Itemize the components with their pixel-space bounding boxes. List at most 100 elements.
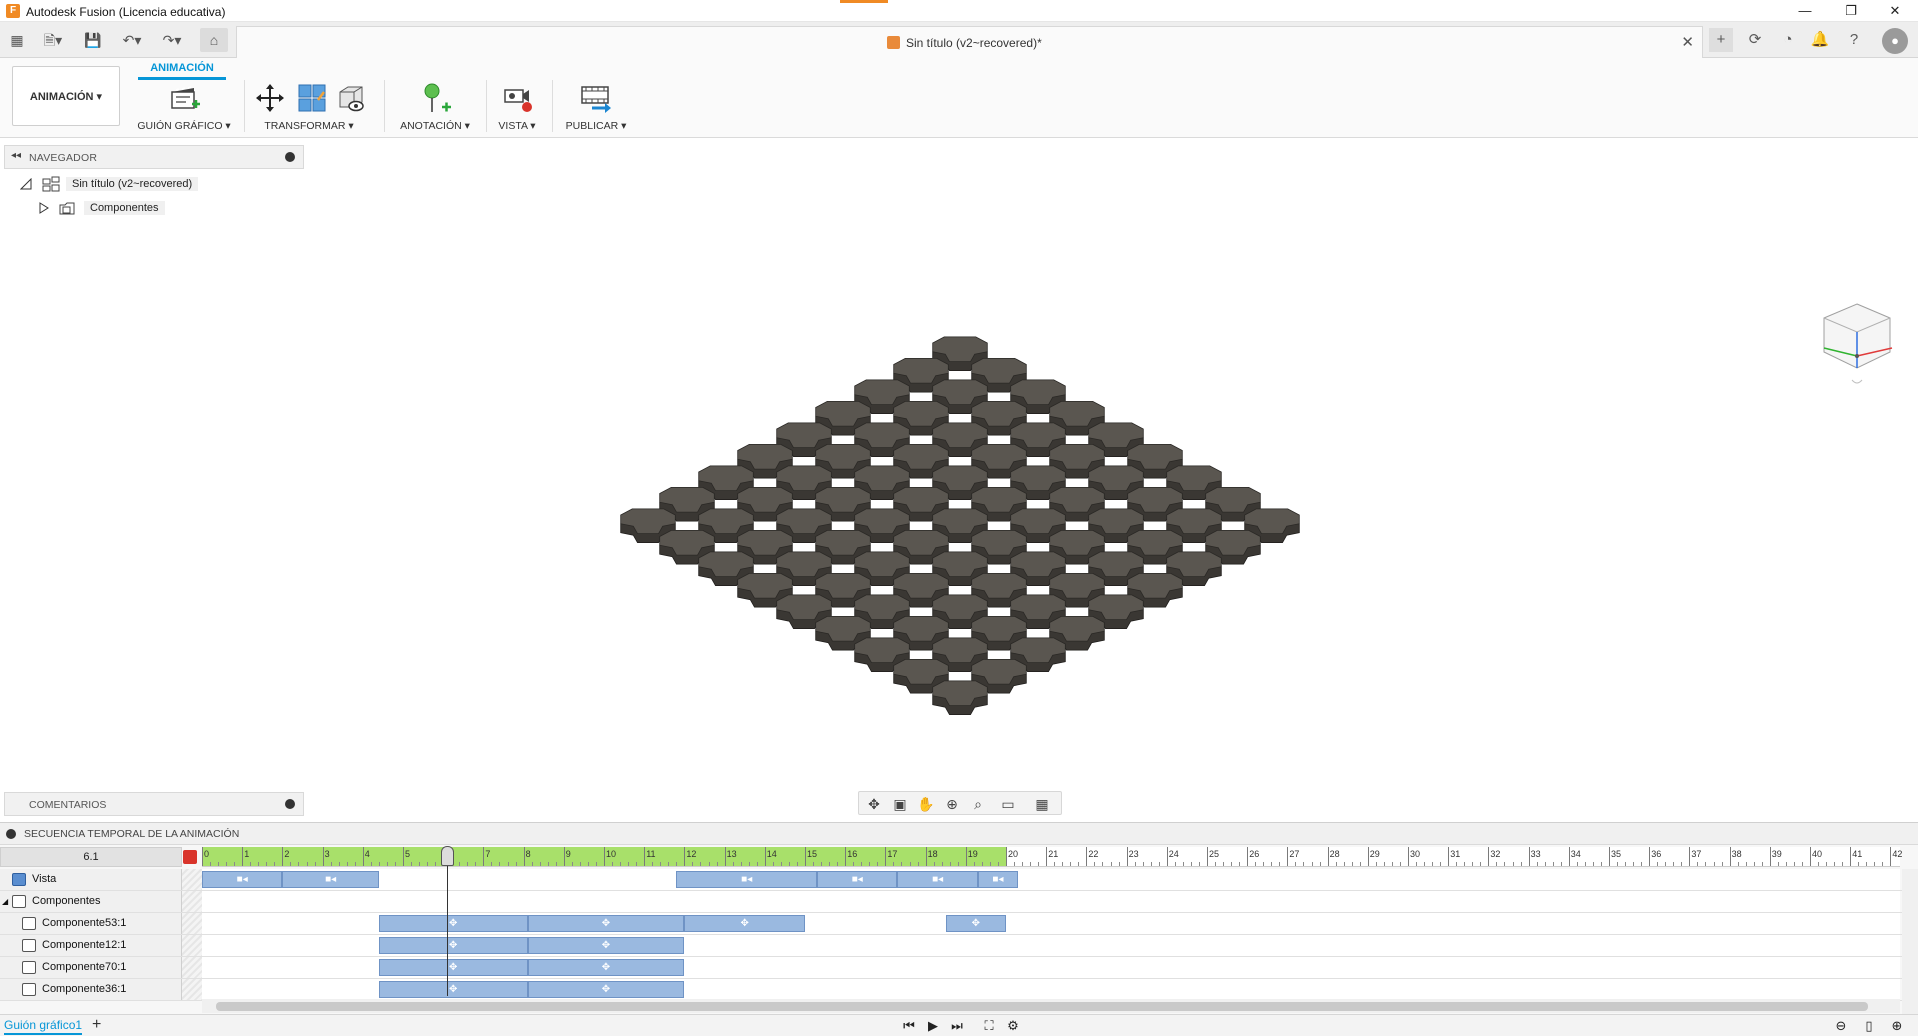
timeline-lane[interactable]: ✥ ✥ <box>202 957 1900 978</box>
timeline-lane[interactable]: ✥ ✥ ✥ ✥ <box>202 913 1900 934</box>
components-folder-icon <box>12 895 26 908</box>
tree-item-components[interactable]: Componentes <box>36 198 216 218</box>
skip-back-icon[interactable]: ⏮ <box>898 1017 920 1035</box>
redo-icon[interactable]: ↷▾ <box>156 28 188 52</box>
extensions-icon[interactable]: ⟳ <box>1743 28 1767 52</box>
transform-action-clip[interactable]: ✥ <box>684 915 805 932</box>
grid-settings-icon[interactable]: ▦ <box>1029 794 1055 814</box>
playback-settings-icon[interactable]: ⚙ <box>1002 1017 1024 1035</box>
ruler-tick-label: 0 <box>204 849 210 859</box>
transform-action-clip[interactable]: ✥ <box>527 959 685 976</box>
ruler-tick <box>1247 847 1249 866</box>
timeline-view-icon[interactable]: ▯ <box>1858 1017 1880 1035</box>
transform-action-clip[interactable]: ✥ <box>378 959 528 976</box>
document-tab[interactable]: Sin título (v2~recovered)* ✕ <box>236 26 1703 58</box>
timeline-end-marker-icon[interactable] <box>183 850 197 864</box>
zoom-icon[interactable]: ⊕ <box>939 794 965 814</box>
timeline-lane[interactable] <box>202 891 1900 912</box>
timeline-row[interactable]: Componente36:1 ✥ ✥ <box>0 979 1918 1001</box>
zoom-out-timeline-icon[interactable]: ⊖ <box>1830 1017 1852 1035</box>
collapse-triangle-icon[interactable] <box>20 178 32 190</box>
camera-action-clip[interactable]: ■◂ <box>202 871 283 888</box>
fit-timeline-icon[interactable]: ⛶ <box>978 1017 1000 1035</box>
camera-action-clip[interactable]: ■◂ <box>676 871 818 888</box>
restore-button[interactable]: ❐ <box>1828 0 1874 22</box>
transform-action-clip[interactable]: ✥ <box>527 981 685 998</box>
timeline-row-header[interactable]: ◢ Componentes <box>0 891 182 912</box>
transform-action-clip[interactable]: ✥ <box>378 937 528 954</box>
collapse-triangle-icon[interactable]: ◢ <box>2 897 8 906</box>
play-icon[interactable]: ▶ <box>922 1017 944 1035</box>
transform-action-clip[interactable]: ✥ <box>378 981 528 998</box>
undo-icon[interactable]: ↶▾ <box>116 28 148 52</box>
view-cube[interactable] <box>1812 300 1902 384</box>
timeline-row-header[interactable]: Componente36:1 <box>0 979 182 1000</box>
close-window-button[interactable]: ✕ <box>1872 0 1918 22</box>
transform-action-clip[interactable]: ✥ <box>527 915 685 932</box>
new-tab-icon[interactable]: + <box>1709 28 1733 52</box>
look-at-icon[interactable]: ▣ <box>887 794 913 814</box>
timeline-row[interactable]: Vista ■◂ ■◂ ■◂ ■◂ ■◂ ■◂ <box>0 869 1918 891</box>
component-icon <box>22 939 36 952</box>
transform-action-clip[interactable]: ✥ <box>527 937 685 954</box>
fit-zoom-icon[interactable]: ⌕ <box>965 794 991 814</box>
expand-triangle-icon[interactable] <box>38 202 50 214</box>
timeline-row-header[interactable]: Componente12:1 <box>0 935 182 956</box>
timeline-row[interactable]: Componente70:1 ✥ ✥ <box>0 957 1918 979</box>
zoom-in-timeline-icon[interactable]: ⊕ <box>1886 1017 1908 1035</box>
storyboard-tab[interactable]: Guión gráfico1 <box>4 1018 83 1035</box>
panel-minimize-icon[interactable] <box>285 152 295 162</box>
transform-action-clip[interactable]: ✥ <box>378 915 528 932</box>
timeline-lane[interactable]: ✥ ✥ <box>202 979 1900 1000</box>
tab-animacion[interactable]: ANIMACIÓN <box>138 60 226 80</box>
scrollbar-thumb[interactable] <box>216 1002 1868 1011</box>
close-tab-icon[interactable]: ✕ <box>1681 33 1694 51</box>
home-icon[interactable]: ⌂ <box>200 28 228 52</box>
app-grid-icon[interactable]: ▦ <box>6 28 28 52</box>
camera-action-clip[interactable]: ■◂ <box>817 871 898 888</box>
camera-action-clip[interactable]: ■◂ <box>282 871 379 888</box>
3d-viewport[interactable] <box>0 138 1918 818</box>
playhead-handle[interactable] <box>441 846 455 866</box>
timeline-row[interactable]: ◢ Componentes <box>0 891 1918 913</box>
timeline-lane[interactable]: ✥ ✥ <box>202 935 1900 956</box>
paver-tiles-model[interactable] <box>540 308 1380 868</box>
timeline-row[interactable]: Componente12:1 ✥ ✥ <box>0 935 1918 957</box>
view-group[interactable]: VISTA ▾ <box>490 80 544 134</box>
notifications-icon[interactable]: 🔔 <box>1808 28 1832 52</box>
job-status-icon[interactable]: ◔ <box>1776 28 1800 52</box>
timeline-vertical-scrollbar[interactable] <box>1902 869 1918 1019</box>
timeline-row-header[interactable]: Vista <box>0 869 182 890</box>
minimize-button[interactable]: — <box>1782 0 1828 22</box>
timeline-row[interactable]: Componente53:1 ✥ ✥ ✥ ✥ <box>0 913 1918 935</box>
ruler-tick <box>805 847 806 866</box>
timeline-row-header[interactable]: Componente53:1 <box>0 913 182 934</box>
add-comment-icon[interactable] <box>285 799 295 809</box>
current-time-field[interactable]: 6.1 <box>0 847 182 867</box>
timeline-lane[interactable]: ■◂ ■◂ ■◂ ■◂ ■◂ ■◂ <box>202 869 1900 890</box>
transform-action-clip[interactable]: ✥ <box>945 915 1006 932</box>
pan-icon[interactable]: ✋ <box>913 794 939 814</box>
annotation-group[interactable]: ANOTACIÓN ▾ <box>392 80 478 134</box>
file-menu-icon[interactable]: 🗎▾ <box>38 28 68 52</box>
ruler-tick-label: 29 <box>1369 849 1380 859</box>
add-storyboard-button[interactable]: + <box>92 1016 101 1034</box>
tree-item-root[interactable]: Sin título (v2~recovered) <box>18 174 218 194</box>
timeline-row-header[interactable]: Componente70:1 <box>0 957 182 978</box>
workspace-switcher[interactable]: ANIMACIÓN ▾ <box>12 66 120 126</box>
publish-group[interactable]: PUBLICAR ▾ <box>558 80 634 134</box>
display-settings-icon[interactable]: ▭ <box>995 794 1021 814</box>
storyboard-group[interactable]: GUIÓN GRÁFICO ▾ <box>132 80 236 134</box>
timeline-horizontal-scrollbar[interactable] <box>202 999 1900 1013</box>
collapse-panel-icon[interactable]: ◂◂ <box>11 150 21 161</box>
user-avatar[interactable]: ● <box>1882 28 1908 54</box>
camera-action-clip[interactable]: ■◂ <box>977 871 1019 888</box>
help-icon[interactable]: ? <box>1842 28 1866 52</box>
camera-action-clip[interactable]: ■◂ <box>897 871 978 888</box>
timeline-collapse-icon[interactable] <box>6 829 16 839</box>
orbit-icon[interactable]: ✥ <box>861 794 887 814</box>
timeline-ruler[interactable]: 0123456789101112131415161718192021222324… <box>202 847 1902 867</box>
transform-group[interactable]: TRANSFORMAR ▾ <box>250 80 368 134</box>
save-icon[interactable]: 💾 <box>82 28 104 52</box>
skip-forward-icon[interactable]: ⏭ <box>946 1017 968 1035</box>
